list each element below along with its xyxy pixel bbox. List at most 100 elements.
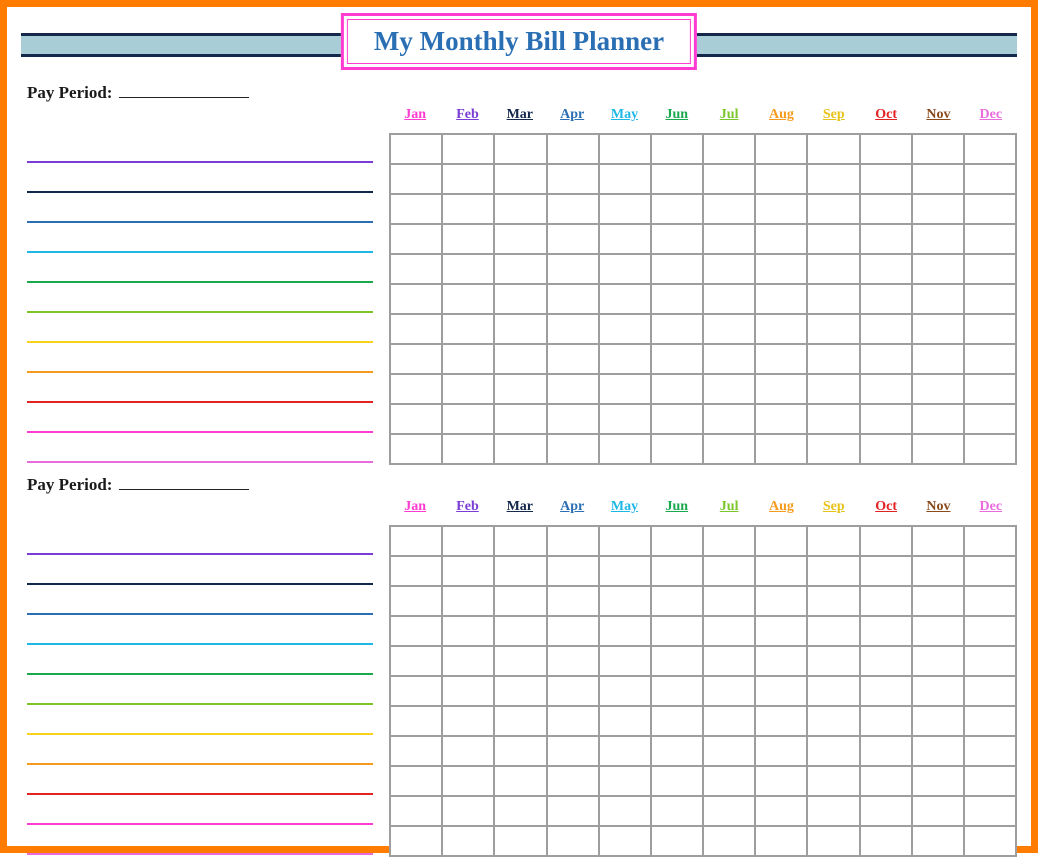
grid-cell[interactable]: [704, 405, 756, 435]
grid-cell[interactable]: [913, 707, 965, 737]
grid-cell[interactable]: [704, 737, 756, 767]
grid-cell[interactable]: [443, 435, 495, 465]
grid-cell[interactable]: [808, 255, 860, 285]
bill-name-line[interactable]: [27, 795, 373, 825]
grid-cell[interactable]: [548, 195, 600, 225]
grid-cell[interactable]: [756, 315, 808, 345]
grid-cell[interactable]: [652, 135, 704, 165]
grid-cell[interactable]: [391, 255, 443, 285]
grid-cell[interactable]: [756, 617, 808, 647]
grid-cell[interactable]: [808, 135, 860, 165]
grid-cell[interactable]: [861, 315, 913, 345]
grid-cell[interactable]: [756, 737, 808, 767]
grid-cell[interactable]: [913, 375, 965, 405]
grid-cell[interactable]: [443, 557, 495, 587]
grid-cell[interactable]: [443, 737, 495, 767]
bill-name-line[interactable]: [27, 615, 373, 645]
grid-cell[interactable]: [600, 345, 652, 375]
grid-cell[interactable]: [808, 375, 860, 405]
grid-cell[interactable]: [548, 647, 600, 677]
grid-cell[interactable]: [756, 767, 808, 797]
grid-cell[interactable]: [652, 375, 704, 405]
grid-cell[interactable]: [652, 767, 704, 797]
grid-cell[interactable]: [704, 527, 756, 557]
grid-cell[interactable]: [600, 677, 652, 707]
grid-cell[interactable]: [443, 315, 495, 345]
grid-cell[interactable]: [652, 345, 704, 375]
grid-cell[interactable]: [965, 195, 1017, 225]
grid-cell[interactable]: [600, 225, 652, 255]
grid-cell[interactable]: [600, 435, 652, 465]
grid-cell[interactable]: [600, 285, 652, 315]
grid-cell[interactable]: [600, 255, 652, 285]
bill-name-line[interactable]: [27, 343, 373, 373]
grid-cell[interactable]: [443, 617, 495, 647]
grid-cell[interactable]: [600, 617, 652, 647]
grid-cell[interactable]: [913, 405, 965, 435]
grid-cell[interactable]: [704, 315, 756, 345]
grid-cell[interactable]: [913, 527, 965, 557]
grid-cell[interactable]: [652, 707, 704, 737]
grid-cell[interactable]: [808, 587, 860, 617]
grid-cell[interactable]: [391, 345, 443, 375]
grid-cell[interactable]: [443, 707, 495, 737]
grid-cell[interactable]: [808, 617, 860, 647]
grid-cell[interactable]: [391, 435, 443, 465]
grid-cell[interactable]: [965, 405, 1017, 435]
grid-cell[interactable]: [548, 435, 600, 465]
grid-cell[interactable]: [704, 255, 756, 285]
grid-cell[interactable]: [861, 797, 913, 827]
grid-cell[interactable]: [808, 345, 860, 375]
grid-cell[interactable]: [965, 285, 1017, 315]
bill-name-line[interactable]: [27, 675, 373, 705]
grid-cell[interactable]: [965, 255, 1017, 285]
grid-cell[interactable]: [495, 617, 547, 647]
grid-cell[interactable]: [548, 135, 600, 165]
grid-cell[interactable]: [495, 255, 547, 285]
grid-cell[interactable]: [391, 767, 443, 797]
grid-cell[interactable]: [704, 135, 756, 165]
grid-cell[interactable]: [704, 435, 756, 465]
bill-name-line[interactable]: [27, 825, 373, 855]
bill-name-line[interactable]: [27, 223, 373, 253]
grid-cell[interactable]: [756, 195, 808, 225]
grid-cell[interactable]: [704, 647, 756, 677]
grid-cell[interactable]: [495, 707, 547, 737]
grid-cell[interactable]: [443, 677, 495, 707]
grid-cell[interactable]: [548, 225, 600, 255]
grid-cell[interactable]: [391, 677, 443, 707]
grid-cell[interactable]: [704, 285, 756, 315]
grid-cell[interactable]: [495, 285, 547, 315]
grid-cell[interactable]: [861, 707, 913, 737]
bill-name-line[interactable]: [27, 735, 373, 765]
grid-cell[interactable]: [913, 677, 965, 707]
grid-cell[interactable]: [704, 345, 756, 375]
bill-name-line[interactable]: [27, 373, 373, 403]
grid-cell[interactable]: [548, 707, 600, 737]
grid-cell[interactable]: [391, 737, 443, 767]
grid-cell[interactable]: [600, 767, 652, 797]
grid-cell[interactable]: [600, 647, 652, 677]
grid-cell[interactable]: [443, 345, 495, 375]
grid-cell[interactable]: [652, 677, 704, 707]
grid-cell[interactable]: [391, 617, 443, 647]
grid-cell[interactable]: [965, 737, 1017, 767]
grid-cell[interactable]: [443, 767, 495, 797]
grid-cell[interactable]: [548, 797, 600, 827]
grid-cell[interactable]: [391, 315, 443, 345]
grid-cell[interactable]: [913, 587, 965, 617]
grid-cell[interactable]: [808, 797, 860, 827]
bill-name-line[interactable]: [27, 403, 373, 433]
grid-cell[interactable]: [913, 315, 965, 345]
pay-period-input-line[interactable]: [119, 476, 249, 490]
grid-cell[interactable]: [965, 587, 1017, 617]
grid-cell[interactable]: [391, 797, 443, 827]
grid-cell[interactable]: [913, 195, 965, 225]
grid-cell[interactable]: [391, 405, 443, 435]
grid-cell[interactable]: [808, 405, 860, 435]
grid-cell[interactable]: [861, 557, 913, 587]
grid-cell[interactable]: [443, 255, 495, 285]
grid-cell[interactable]: [756, 345, 808, 375]
grid-cell[interactable]: [443, 405, 495, 435]
grid-cell[interactable]: [548, 405, 600, 435]
